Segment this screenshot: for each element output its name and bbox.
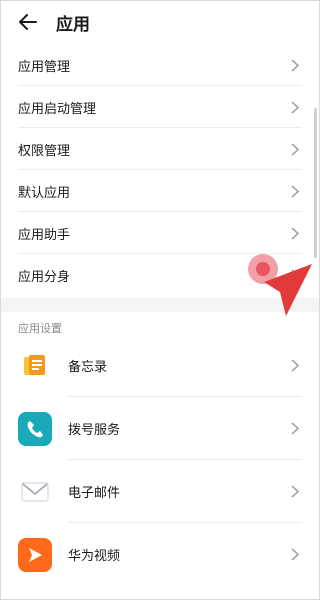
pointer-arrow-icon — [264, 264, 312, 316]
menu-item-default-apps[interactable]: 默认应用 — [0, 170, 320, 212]
chevron-right-icon — [288, 422, 302, 436]
chevron-right-icon — [288, 548, 302, 562]
app-name: 拨号服务 — [68, 423, 121, 438]
app-row-email[interactable]: 电子邮件 — [0, 460, 320, 523]
phone-icon — [18, 411, 52, 446]
chevron-right-icon — [288, 226, 302, 240]
chevron-right-icon — [288, 58, 302, 72]
header-bar: 应用 — [0, 0, 320, 44]
app-name: 华为视频 — [68, 549, 121, 564]
chevron-right-icon — [288, 100, 302, 114]
menu-item-label: 应用助手 — [18, 227, 71, 243]
chevron-right-icon — [288, 485, 302, 499]
menu-item-label: 默认应用 — [18, 185, 71, 201]
mail-icon — [18, 474, 52, 509]
menu-item-app-launch-management[interactable]: 应用启动管理 — [0, 86, 320, 128]
chevron-right-icon — [288, 142, 302, 156]
menu-item-label: 权限管理 — [18, 143, 71, 159]
app-settings-list: 备忘录 拨号服务 电子邮件 华为视频 — [0, 334, 320, 586]
back-button[interactable] — [14, 8, 42, 36]
chevron-right-icon — [288, 359, 302, 373]
app-name: 备忘录 — [68, 360, 108, 375]
memo-icon — [18, 348, 52, 383]
menu-item-label: 应用分身 — [18, 269, 71, 285]
video-icon — [18, 537, 52, 572]
menu-item-label: 应用启动管理 — [18, 101, 97, 117]
page-title: 应用 — [56, 14, 90, 35]
app-name: 电子邮件 — [68, 486, 121, 501]
app-row-huawei-video[interactable]: 华为视频 — [0, 523, 320, 586]
menu-item-app-management[interactable]: 应用管理 — [0, 44, 320, 86]
menu-item-label: 应用管理 — [18, 59, 71, 75]
menu-item-app-assistant[interactable]: 应用助手 — [0, 212, 320, 254]
app-row-memo[interactable]: 备忘录 — [0, 334, 320, 397]
scrollbar[interactable] — [314, 108, 317, 258]
app-row-dialer[interactable]: 拨号服务 — [0, 397, 320, 460]
chevron-right-icon — [288, 184, 302, 198]
menu-item-permission-management[interactable]: 权限管理 — [0, 128, 320, 170]
back-arrow-icon — [19, 14, 37, 30]
